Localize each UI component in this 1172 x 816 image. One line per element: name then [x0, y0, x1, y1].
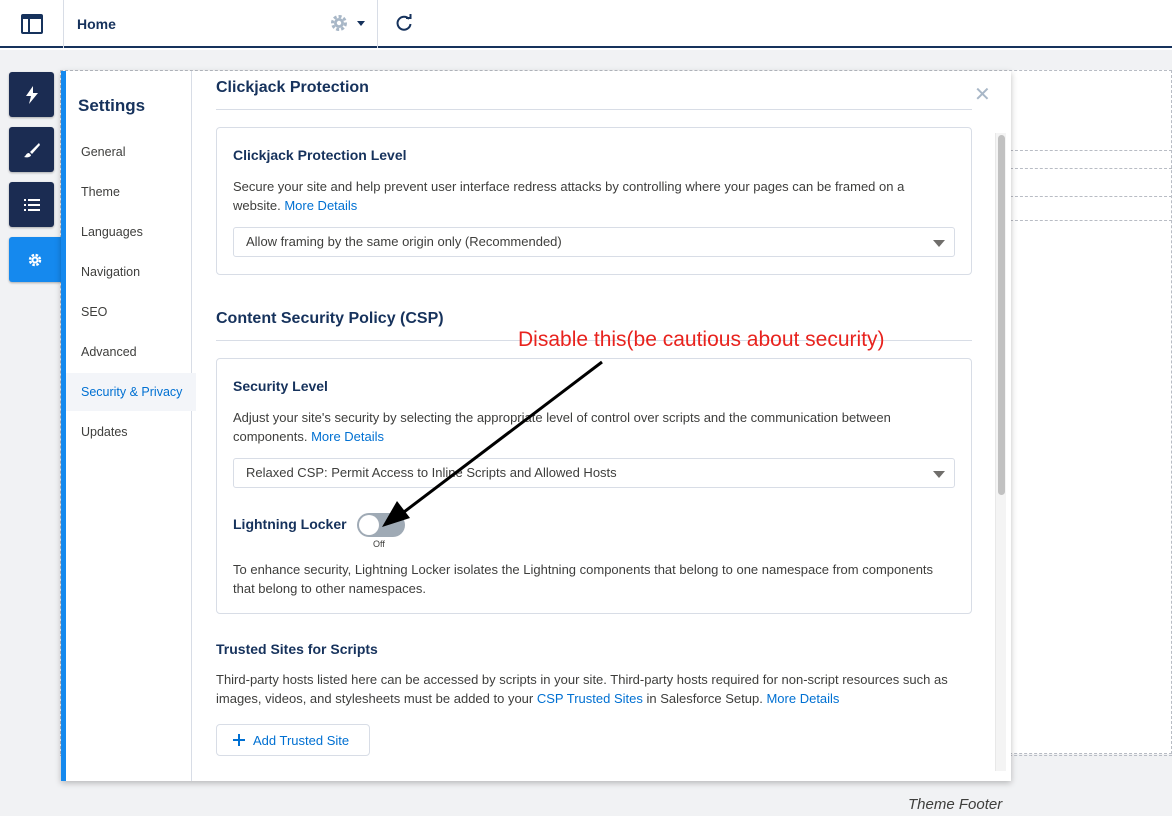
theme-button[interactable]: [9, 127, 54, 172]
region-divider: [1010, 196, 1172, 197]
trusted-sites-title: Trusted Sites for Scripts: [216, 641, 378, 657]
list-icon: [23, 198, 40, 211]
annotation-text: Disable this(be cautious about security): [518, 328, 885, 351]
trusted-sites-description: Third-party hosts listed here can be acc…: [216, 672, 948, 706]
page-selector[interactable]: Home: [65, 0, 378, 48]
lightning-locker-state: Off: [373, 539, 385, 549]
nav-item-security-privacy[interactable]: Security & Privacy: [66, 373, 196, 411]
lightning-locker-description: To enhance security, Lightning Locker is…: [233, 562, 934, 596]
settings-nav: Settings General Theme Languages Navigat…: [66, 71, 196, 781]
close-icon[interactable]: ✕: [974, 85, 991, 105]
clickjack-selected-value: Allow framing by the same origin only (R…: [246, 234, 562, 249]
chevron-down-icon[interactable]: [357, 21, 365, 26]
clickjack-more-details-link[interactable]: More Details: [284, 198, 357, 213]
region-divider: [1010, 150, 1172, 151]
annotation-arrow: [382, 360, 603, 527]
nav-item-theme[interactable]: Theme: [66, 173, 196, 211]
lightning-locker-label: Lightning Locker: [233, 516, 347, 532]
chevron-down-icon: [933, 471, 945, 478]
nav-item-general[interactable]: General: [66, 133, 196, 171]
clickjack-card-title: Clickjack Protection Level: [233, 147, 407, 163]
nav-item-navigation[interactable]: Navigation: [66, 253, 196, 291]
gear-icon: [28, 253, 42, 266]
nav-item-languages[interactable]: Languages: [66, 213, 196, 251]
settings-title: Settings: [78, 96, 146, 115]
top-bar: Home: [0, 0, 1172, 48]
clickjack-level-select[interactable]: Allow framing by the same origin only (R…: [233, 227, 955, 257]
plus-icon: [233, 734, 245, 746]
nav-item-updates[interactable]: Updates: [66, 413, 196, 451]
scroll-thumb[interactable]: [998, 135, 1005, 495]
brush-icon: [23, 142, 40, 157]
security-level-title: Security Level: [233, 378, 328, 394]
chevron-down-icon: [933, 240, 945, 247]
gear-icon[interactable]: [329, 13, 349, 33]
clickjack-description: Secure your site and help prevent user i…: [233, 179, 905, 213]
nav-item-seo[interactable]: SEO: [66, 293, 196, 331]
csp-trusted-sites-link[interactable]: CSP Trusted Sites: [537, 691, 643, 706]
region-divider: [1010, 220, 1172, 221]
settings-button[interactable]: [9, 237, 61, 282]
nav-item-advanced[interactable]: Advanced: [66, 333, 196, 371]
region-divider: [1010, 168, 1172, 169]
page-label: Home: [77, 16, 116, 32]
page-structure-button[interactable]: [9, 182, 54, 227]
layout-icon: [20, 14, 43, 34]
trusted-sites-more-details-link[interactable]: More Details: [766, 691, 839, 706]
csp-section-title: Content Security Policy (CSP): [216, 310, 444, 327]
refresh-icon[interactable]: [394, 13, 414, 33]
lightning-icon: [25, 85, 38, 104]
theme-footer-label: Theme Footer: [908, 796, 1003, 813]
components-button[interactable]: [9, 72, 54, 117]
clickjack-card: Clickjack Protection Level Secure your s…: [216, 127, 972, 275]
section-divider: [216, 109, 972, 110]
scrollbar[interactable]: [995, 133, 1006, 771]
app-launcher-button[interactable]: [0, 0, 64, 48]
add-trusted-site-label: Add Trusted Site: [253, 732, 350, 748]
add-trusted-site-button[interactable]: Add Trusted Site: [216, 724, 370, 756]
clickjack-section-title: Clickjack Protection: [216, 79, 369, 96]
